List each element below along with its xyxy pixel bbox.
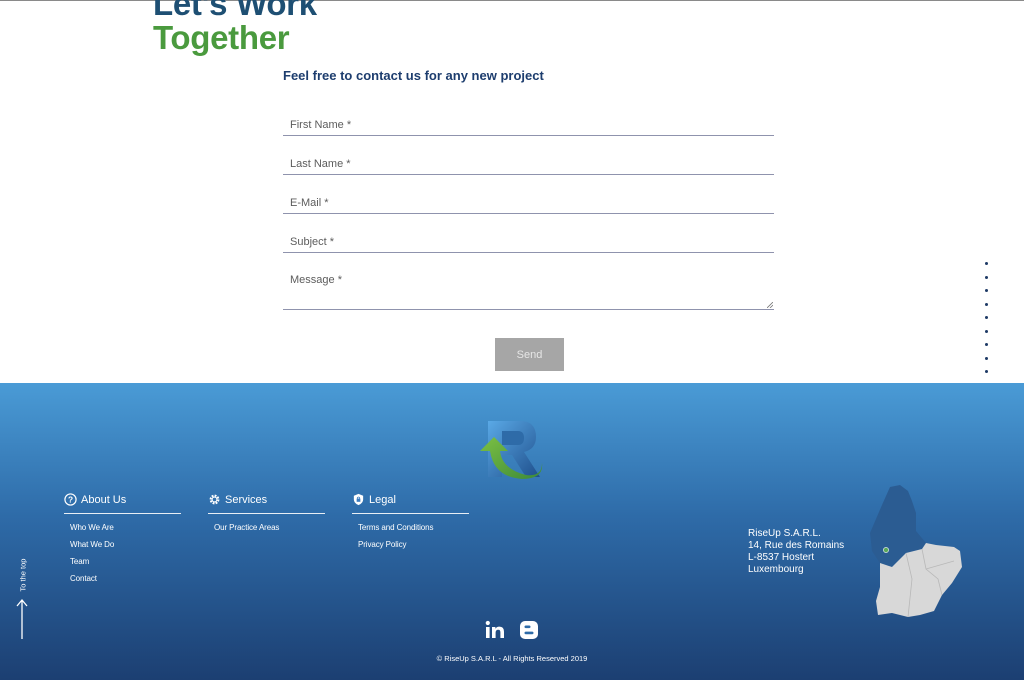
to-the-top-label: To the top	[18, 558, 28, 592]
email-field-wrapper	[283, 193, 774, 214]
address-line: Luxembourg	[748, 564, 804, 575]
footer-column-services: Services Our Practice Areas	[208, 493, 325, 540]
section-dot[interactable]	[985, 302, 988, 306]
footer-column-heading: Legal	[352, 493, 469, 514]
address-line: 14, Rue des Romains	[748, 540, 845, 551]
question-circle-icon: ?	[64, 493, 77, 506]
last-name-input[interactable]	[283, 154, 774, 174]
riseup-logo-icon	[480, 421, 543, 479]
footer-link-team[interactable]: Team	[70, 557, 181, 566]
company-address: RiseUp S.A.R.L. 14, Rue des Romains L-85…	[748, 528, 844, 576]
footer-link-who-we-are[interactable]: Who We Are	[70, 523, 181, 532]
contact-intro: Feel free to contact us for any new proj…	[283, 68, 544, 83]
footer-column-about: ? About Us Who We Are What We Do Team Co…	[64, 493, 181, 591]
luxembourg-map-icon	[870, 485, 962, 618]
section-dot[interactable]	[985, 316, 988, 319]
gear-icon	[209, 494, 220, 505]
arrow-up-icon	[16, 599, 28, 639]
svg-text:?: ?	[68, 495, 73, 505]
address-line: RiseUp S.A.R.L.	[748, 528, 821, 539]
footer-link-contact[interactable]: Contact	[70, 574, 181, 583]
footer-column-title: Legal	[369, 493, 396, 506]
footer-link-privacy[interactable]: Privacy Policy	[358, 540, 469, 549]
email-input[interactable]	[283, 193, 774, 213]
footer-link-terms[interactable]: Terms and Conditions	[358, 523, 469, 532]
blogger-icon[interactable]	[519, 620, 539, 640]
address-line: L-8537 Hostert	[748, 552, 815, 563]
section-dot[interactable]	[985, 343, 988, 346]
message-field-wrapper	[283, 270, 774, 310]
first-name-input[interactable]	[283, 115, 774, 135]
copyright-text: © RiseUp S.A.R.L - All Rights Reserved 2…	[436, 654, 588, 663]
footer-column-title: Services	[225, 493, 268, 506]
section-nav-dots	[983, 262, 990, 401]
section-dot[interactable]	[985, 262, 988, 265]
footer-column-legal: Legal Terms and Conditions Privacy Polic…	[352, 493, 469, 557]
section-dot[interactable]	[985, 356, 988, 360]
section-dot[interactable]	[985, 329, 988, 333]
message-textarea[interactable]	[283, 270, 774, 304]
footer-column-heading: ? About Us	[64, 493, 181, 514]
send-button[interactable]: Send	[495, 338, 564, 371]
section-dot[interactable]	[985, 275, 988, 279]
page-heading: Let's Work Together	[153, 0, 317, 56]
section-dot[interactable]	[985, 370, 988, 373]
last-name-field-wrapper	[283, 154, 774, 175]
section-dot[interactable]	[985, 289, 988, 292]
resize-grip-icon[interactable]	[767, 302, 773, 308]
subject-input[interactable]	[283, 232, 774, 252]
first-name-field-wrapper	[283, 115, 774, 136]
subject-field-wrapper	[283, 232, 774, 253]
footer-column-heading: Services	[208, 493, 325, 514]
footer-link-practice-areas[interactable]: Our Practice Areas	[214, 523, 325, 532]
footer-column-title: About Us	[81, 493, 127, 506]
lock-shield-icon	[353, 493, 364, 506]
footer-link-what-we-do[interactable]: What We Do	[70, 540, 181, 549]
linkedin-icon[interactable]	[485, 620, 505, 640]
heading-line-2: Together	[153, 19, 290, 56]
site-footer: ? About Us Who We Are What We Do Team Co…	[0, 383, 1024, 680]
to-the-top-button[interactable]: To the top	[14, 553, 30, 639]
